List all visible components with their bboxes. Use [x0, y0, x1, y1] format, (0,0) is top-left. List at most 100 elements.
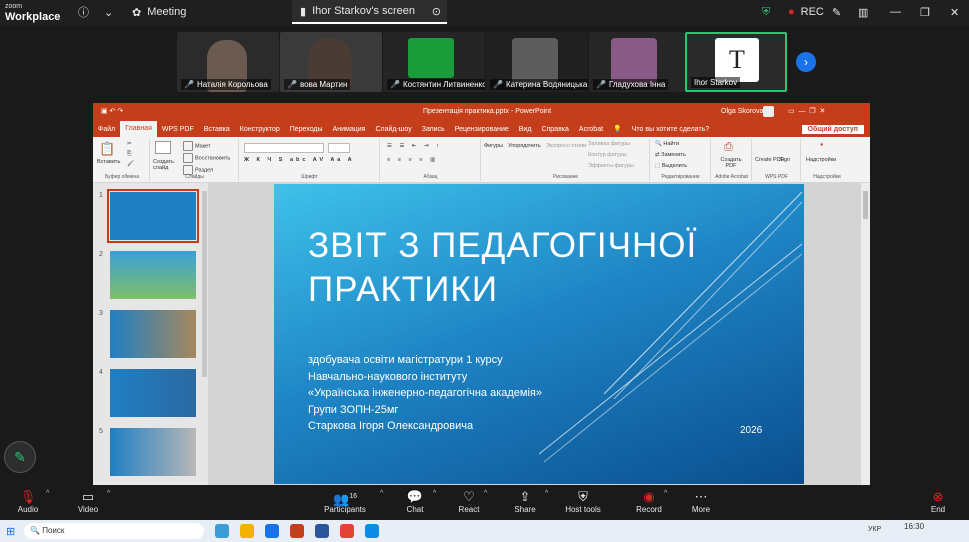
copy-icon[interactable]: ⎘: [127, 151, 131, 158]
app-icon[interactable]: [265, 524, 279, 538]
tell-me-search[interactable]: Что вы хотите сделать?: [627, 126, 714, 133]
share-caret-icon[interactable]: ^: [545, 490, 548, 497]
react-caret-icon[interactable]: ^: [484, 490, 487, 497]
video-options-caret-icon[interactable]: ^: [107, 490, 110, 497]
shape-effects-button[interactable]: Эффекты фигуры: [588, 163, 634, 169]
layout-icon[interactable]: ▥: [858, 0, 868, 24]
restore-button[interactable]: ❐: [920, 0, 930, 24]
tab-acrobat[interactable]: Acrobat: [574, 126, 608, 133]
tab-wps-pdf[interactable]: WPS PDF: [157, 126, 199, 133]
participant-tile[interactable]: 🎤 вова Мартин: [280, 32, 382, 92]
participant-tile[interactable]: 🎤 Катерина Водяницька: [486, 32, 588, 92]
annotate-pen-icon[interactable]: ✎: [4, 441, 36, 473]
vertical-scrollbar[interactable]: [861, 183, 870, 485]
recording-indicator[interactable]: ● REC: [788, 0, 824, 24]
window-controls[interactable]: ▭ — ❐ ✕: [788, 107, 825, 115]
audio-options-caret-icon[interactable]: ^: [46, 490, 49, 497]
quick-styles-button[interactable]: Экспресс-стили: [546, 143, 586, 149]
slide-thumbnail[interactable]: [110, 428, 196, 476]
participants-caret-icon[interactable]: ^: [380, 490, 383, 497]
record-caret-icon[interactable]: ^: [664, 490, 667, 497]
tab-file[interactable]: Файл: [93, 126, 120, 133]
tab-review[interactable]: Рецензирование: [450, 126, 514, 133]
next-participants-arrow-icon[interactable]: ›: [796, 52, 816, 72]
more-button[interactable]: ⋯ More: [688, 488, 714, 514]
shield-check-icon[interactable]: ⛨: [762, 0, 770, 24]
tab-animation[interactable]: Анимация: [328, 126, 371, 133]
tab-transitions[interactable]: Переходы: [285, 126, 328, 133]
zoom-icon[interactable]: [365, 524, 379, 538]
app-icon[interactable]: [215, 524, 229, 538]
folder-icon[interactable]: [240, 524, 254, 538]
react-button[interactable]: ♡ React: [456, 488, 482, 514]
share-screen-button[interactable]: ⇪ Share: [512, 488, 538, 514]
tab-home[interactable]: Главная: [120, 121, 157, 137]
chat-caret-icon[interactable]: ^: [433, 490, 436, 497]
end-meeting-button[interactable]: ⊗ End: [926, 488, 950, 514]
replace-button[interactable]: ⇄ Заменить: [655, 152, 686, 158]
create-pdf-button[interactable]: Создать PDF: [716, 157, 746, 169]
list-buttons[interactable]: ☰ ☰ ⇤ ⇥ ↕: [387, 143, 442, 149]
new-slide-icon[interactable]: [155, 141, 171, 154]
chevron-down-icon[interactable]: ⌄: [104, 0, 113, 24]
align-buttons[interactable]: ≡ ≡ ≡ ≡ ▥: [387, 157, 438, 163]
font-family-select[interactable]: [244, 143, 324, 153]
slide-thumbnail[interactable]: [110, 251, 196, 299]
tab-design[interactable]: Конструктор: [235, 126, 285, 133]
tab-view[interactable]: Вид: [514, 126, 537, 133]
annotate-icon[interactable]: ✎: [832, 0, 841, 24]
chat-button[interactable]: 💬 Chat: [402, 488, 428, 514]
share-button[interactable]: Общий доступ: [801, 124, 864, 134]
addins-icon[interactable]: ●: [820, 142, 823, 148]
thumbnail-scrollbar[interactable]: [202, 191, 207, 377]
tab-help[interactable]: Справка: [536, 126, 573, 133]
save-icon[interactable]: ▣ ↶ ↷: [101, 107, 123, 115]
format-painter-icon[interactable]: 🖌: [127, 161, 134, 167]
participant-tile[interactable]: 🎤 Наталія Корольова: [177, 32, 279, 92]
slide-title[interactable]: ЗВІТ З ПЕДАГОГІЧНОЇ ПРАКТИКИ: [308, 224, 697, 312]
minimize-button[interactable]: —: [890, 0, 901, 24]
font-size-select[interactable]: [328, 143, 350, 153]
shape-fill-button[interactable]: Заливка фигуры: [588, 141, 630, 147]
layout-button[interactable]: Макет: [183, 141, 211, 151]
cut-icon[interactable]: ✂: [127, 141, 132, 147]
tab-insert[interactable]: Вставка: [199, 126, 235, 133]
slide-subtitle[interactable]: здобувача освіти магістратури 1 курсу На…: [308, 352, 542, 435]
select-button[interactable]: ⬚ Выделить: [655, 163, 687, 169]
participant-tile[interactable]: 🎤 Костянтин Литвиненко: [383, 32, 485, 92]
record-button[interactable]: ◉ Record: [634, 488, 664, 514]
find-button[interactable]: 🔍 Найти: [655, 141, 679, 147]
avatar[interactable]: [763, 106, 774, 117]
new-slide-button[interactable]: Создать слайд: [153, 159, 183, 171]
reset-button[interactable]: Восстановить: [183, 153, 230, 163]
slide-year[interactable]: 2026: [740, 425, 762, 436]
clock[interactable]: 16:30: [904, 522, 924, 531]
audio-button[interactable]: 🎙 Audio: [14, 488, 42, 514]
host-tools-button[interactable]: ⛨ Host tools: [562, 488, 604, 514]
word-icon[interactable]: [315, 524, 329, 538]
windows-start-icon[interactable]: ⊞: [6, 525, 15, 538]
shape-outline-button[interactable]: Контур фигуры: [588, 152, 626, 158]
arrange-button[interactable]: Упорядочить: [508, 143, 541, 149]
participant-tile-active-speaker[interactable]: Т Ihor Starkov: [685, 32, 787, 92]
participants-button[interactable]: 👥16 Participants: [322, 488, 368, 514]
close-button[interactable]: ✕: [950, 0, 959, 24]
tab-slideshow[interactable]: Слайд-шоу: [370, 126, 416, 133]
font-format-buttons[interactable]: Ж К Ч S abc AV Aa A: [244, 157, 355, 163]
language-indicator[interactable]: УКР: [868, 526, 881, 533]
shapes-button[interactable]: Фигуры: [484, 143, 503, 149]
taskbar-search-input[interactable]: 🔍 Поиск: [24, 523, 204, 539]
current-slide[interactable]: ЗВІТ З ПЕДАГОГІЧНОЇ ПРАКТИКИ здобувача о…: [274, 184, 804, 484]
paste-button[interactable]: Вставить: [97, 159, 120, 165]
sign-button[interactable]: Sign: [779, 157, 790, 163]
addins-button[interactable]: Надстройки: [806, 157, 836, 163]
app-icon[interactable]: [340, 524, 354, 538]
video-button[interactable]: ▭ Video: [74, 488, 102, 514]
paste-icon[interactable]: 📋: [99, 141, 115, 157]
tab-meeting[interactable]: ✿ Meeting: [132, 0, 186, 24]
slide-thumbnail[interactable]: [107, 189, 199, 243]
powerpoint-icon[interactable]: [290, 524, 304, 538]
slide-thumbnail[interactable]: [110, 369, 196, 417]
more-options-icon[interactable]: ⊙: [432, 5, 441, 18]
pdf-icon[interactable]: ⎙: [724, 141, 733, 154]
